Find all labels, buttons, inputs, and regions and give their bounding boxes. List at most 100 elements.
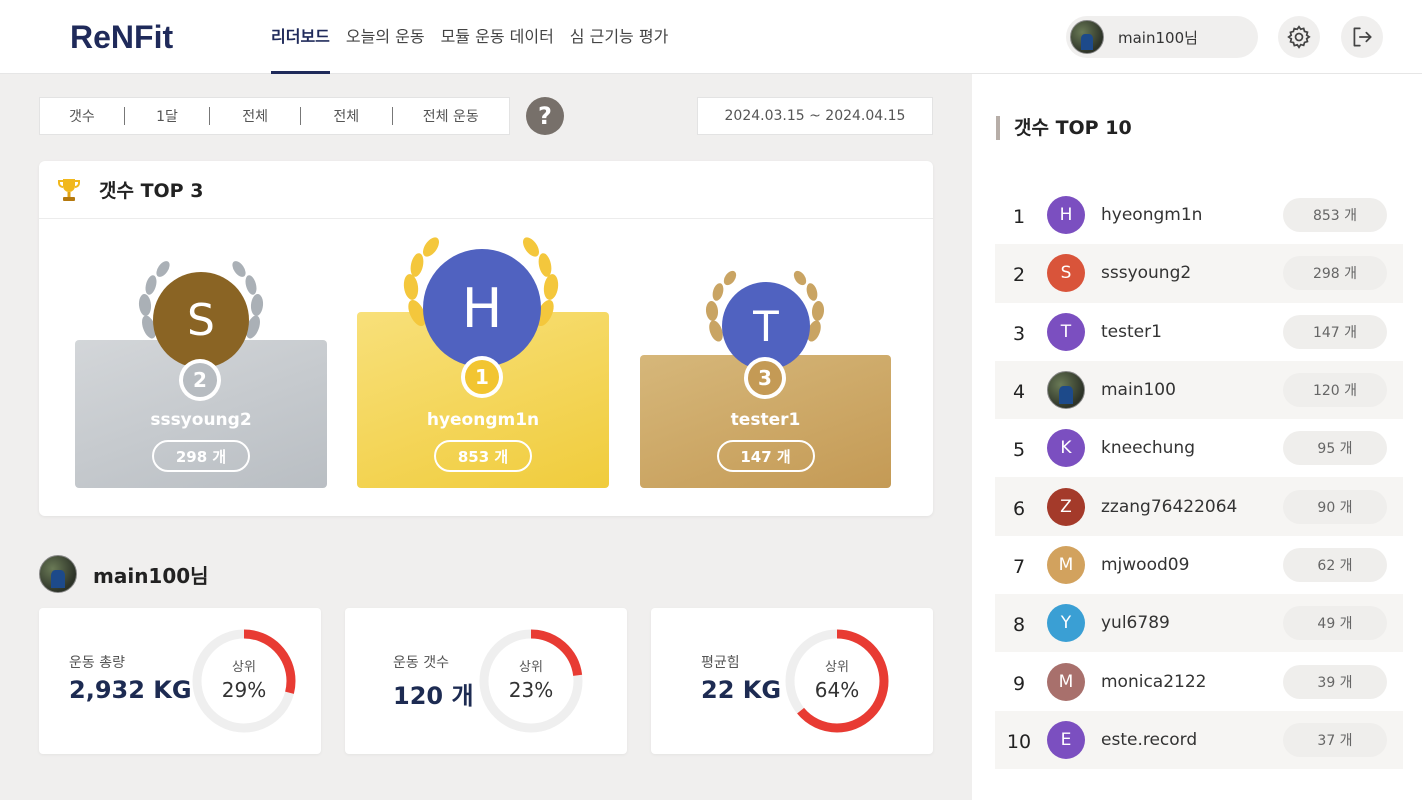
- rank-number: 1: [1012, 206, 1026, 229]
- rank-number: 4: [1012, 381, 1026, 404]
- rank-avatar: [1047, 371, 1085, 410]
- rank-count-badge: 62 개: [1283, 547, 1387, 582]
- my-summary-header: main100님: [39, 555, 209, 593]
- rank-row[interactable]: 10 Eeste.record 37 개: [995, 710, 1403, 769]
- stat-label: 운동 총량: [69, 655, 125, 671]
- rank-username: yul6789: [1101, 613, 1170, 634]
- date-range-picker[interactable]: 2024.03.15 ~ 2024.04.15: [697, 97, 933, 135]
- logout-button[interactable]: [1341, 16, 1383, 58]
- rank-avatar: K: [1047, 429, 1085, 468]
- rank-count-badge: 120 개: [1283, 373, 1387, 408]
- main-nav: 리더보드 오늘의 운동 모듈 운동 데이터 심 근기능 평가: [271, 0, 668, 74]
- user-profile-button[interactable]: main100님: [1066, 16, 1258, 58]
- rank-number: 3: [1012, 322, 1026, 345]
- stat-label: 평균힘: [701, 655, 740, 671]
- user-avatar: [1070, 20, 1104, 54]
- rank-count-badge: 298 개: [1283, 256, 1387, 291]
- top10-list: 1 Hhyeongm1n 853 개 2 Ssssyoung2 298 개 3 Ttester…: [995, 186, 1403, 769]
- percentile-donut: 상위 23%: [476, 626, 586, 736]
- stat-card-rep-count: 운동 갯수 120 개 상위 23%: [345, 608, 627, 754]
- first-count: 853 개: [434, 440, 532, 472]
- filter-exercise[interactable]: 전체 운동: [393, 106, 510, 126]
- rank-username: hyeongm1n: [1101, 205, 1203, 226]
- rank-row[interactable]: 9 Mmonica2122 39 개: [995, 652, 1403, 710]
- help-icon[interactable]: ?: [526, 97, 564, 135]
- rank-row[interactable]: 8 Yyul6789 49 개: [995, 594, 1403, 653]
- rank-row[interactable]: 2 Ssssyoung2 298 개: [995, 244, 1403, 303]
- filter-bar: 갯수 1달 전체 전체 전체 운동: [39, 97, 510, 135]
- stat-value: 22 KG: [701, 676, 782, 704]
- donut-value: 64%: [814, 678, 860, 702]
- rank-avatar: S: [1047, 254, 1085, 293]
- third-name: tester1: [730, 410, 801, 430]
- donut-caption: 상위: [519, 660, 543, 675]
- rank-row[interactable]: 3 Ttester1 147 개: [995, 303, 1403, 361]
- donut-caption: 상위: [232, 660, 256, 675]
- top3-title: 갯수 TOP 3: [99, 180, 204, 202]
- rank-count-badge: 90 개: [1283, 489, 1387, 524]
- rank-number: 8: [1012, 614, 1026, 637]
- rank-row[interactable]: 1 Hhyeongm1n 853 개: [995, 186, 1403, 244]
- rank-username: kneechung: [1101, 438, 1195, 459]
- rank-avatar: H: [1047, 196, 1085, 235]
- rank-count-badge: 37 개: [1283, 722, 1387, 757]
- rank-number: 10: [1006, 730, 1032, 753]
- filter-period[interactable]: 1달: [125, 106, 210, 126]
- third-rank: 3: [748, 361, 782, 395]
- second-avatar: S: [153, 272, 249, 368]
- rank-row[interactable]: 4 main100 120 개: [995, 360, 1403, 420]
- stat-card-avg-power: 평균힘 22 KG 상위 64%: [651, 608, 933, 754]
- top-header: ReNFit 리더보드 오늘의 운동 모듈 운동 데이터 심 근기능 평가 ma…: [0, 0, 1422, 74]
- rank-row[interactable]: 7 Mmjwood09 62 개: [995, 536, 1403, 594]
- settings-button[interactable]: [1278, 16, 1320, 58]
- donut-value: 23%: [508, 678, 554, 702]
- third-medal: 3: [744, 357, 786, 399]
- top10-panel: 갯수 TOP 10 1 Hhyeongm1n 853 개 2 Ssssyoung2 298…: [972, 74, 1422, 800]
- first-name: hyeongm1n: [426, 410, 540, 430]
- rank-avatar: M: [1047, 545, 1085, 584]
- first-avatar: H: [423, 249, 541, 367]
- rank-count-badge: 49 개: [1283, 606, 1387, 641]
- rank-username: main100: [1101, 380, 1176, 401]
- rank-count-badge: 853 개: [1283, 198, 1387, 233]
- rank-count-badge: 39 개: [1283, 664, 1387, 699]
- rank-number: 9: [1012, 672, 1026, 695]
- nav-module-data[interactable]: 모듈 운동 데이터: [441, 0, 554, 74]
- filter-group[interactable]: 전체: [210, 106, 300, 126]
- settings-gear-icon: [1287, 25, 1311, 49]
- rank-avatar: E: [1047, 720, 1085, 759]
- rank-avatar: Y: [1047, 604, 1085, 643]
- nav-muscle-eval[interactable]: 심 근기능 평가: [570, 0, 669, 74]
- rank-row[interactable]: 6 Zzzang76422064 90 개: [995, 477, 1403, 536]
- svg-text:ReNFit: ReNFit: [70, 19, 173, 55]
- percentile-donut: 상위 64%: [782, 626, 892, 736]
- stat-label: 운동 갯수: [393, 655, 449, 671]
- rank-username: este.record: [1101, 729, 1198, 750]
- my-avatar: [39, 555, 77, 593]
- rank-count-badge: 147 개: [1283, 314, 1387, 349]
- rank-username: mjwood09: [1101, 554, 1190, 575]
- second-count: 298 개: [152, 440, 250, 472]
- rank-username: zzang76422064: [1101, 496, 1238, 517]
- user-name: main100님: [1118, 28, 1198, 47]
- third-count: 147 개: [716, 440, 815, 472]
- rank-row[interactable]: 5 Kkneechung 95 개: [995, 419, 1403, 477]
- second-medal: 2: [179, 359, 221, 401]
- renfit-logo[interactable]: ReNFit: [70, 14, 190, 58]
- logout-icon: [1353, 27, 1372, 47]
- nav-today-workout[interactable]: 오늘의 운동: [346, 0, 425, 74]
- stat-card-total-weight: 운동 총량 2,932 KG 상위 29%: [39, 608, 321, 754]
- top10-title: 갯수 TOP 10: [996, 116, 1132, 140]
- nav-leaderboard[interactable]: 리더보드: [271, 0, 330, 74]
- my-name: main100님: [93, 563, 209, 588]
- rank-number: 5: [1012, 439, 1026, 462]
- rank-username: monica2122: [1101, 671, 1207, 692]
- filter-gender[interactable]: 전체: [301, 106, 392, 126]
- rank-avatar: M: [1047, 662, 1085, 701]
- second-name: sssyoung2: [150, 410, 252, 430]
- rank-username: tester1: [1101, 321, 1162, 342]
- rank-username: sssyoung2: [1101, 263, 1192, 284]
- stat-value: 120 개: [393, 682, 474, 710]
- donut-caption: 상위: [825, 660, 849, 675]
- filter-metric[interactable]: 갯수: [40, 106, 124, 126]
